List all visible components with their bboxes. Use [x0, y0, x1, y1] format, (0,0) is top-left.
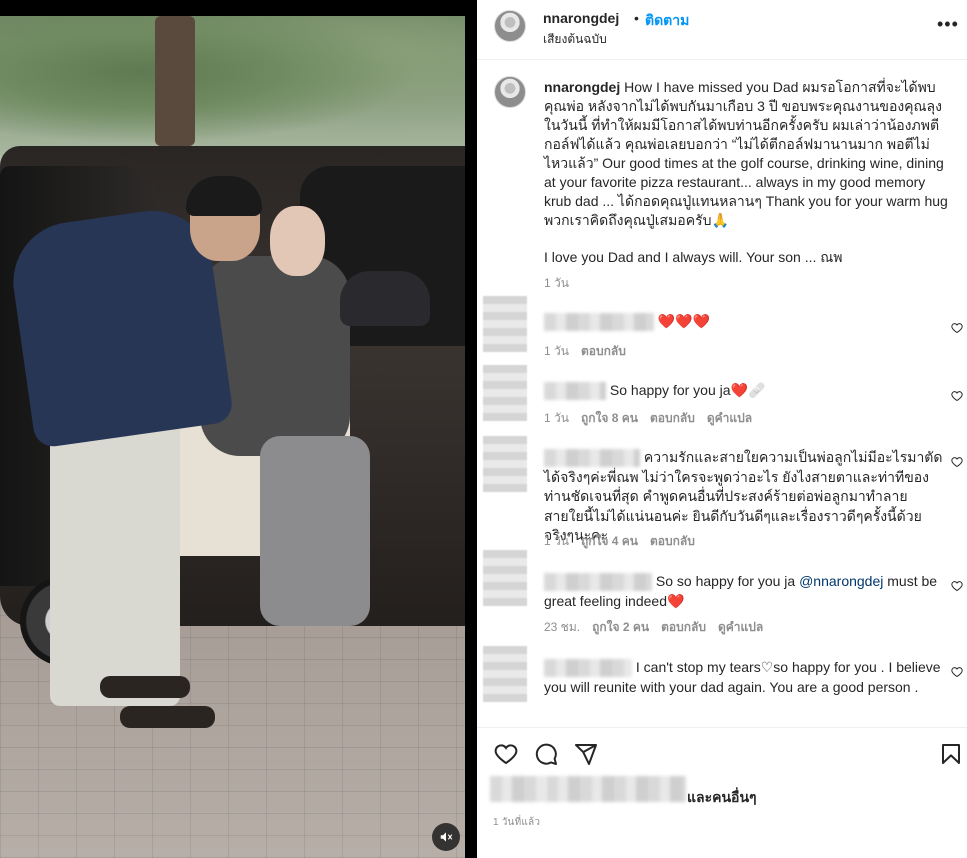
caption-text: nnarongdej How I have missed you Dad ผมร… — [544, 78, 952, 230]
likes-count[interactable]: ถูกใจ 2 คน — [592, 620, 649, 634]
bookmark-icon[interactable] — [939, 742, 963, 766]
caption-username[interactable]: nnarongdej — [544, 79, 620, 95]
post-header: nnarongdej • ติดตาม เสียงต้นฉบับ ••• — [477, 0, 967, 60]
comment-body-start: So so happy for you ja — [655, 573, 800, 589]
comment-text: I can't stop my tears♡so happy for you .… — [544, 658, 944, 697]
shoe — [100, 676, 190, 698]
likes-summary[interactable]: และคนอื่นๆ — [687, 787, 757, 809]
avatar[interactable] — [483, 550, 527, 606]
blurred-username[interactable] — [544, 659, 632, 678]
avatar[interactable] — [483, 296, 527, 352]
blurred-username — [546, 776, 686, 802]
comment-body: ❤️❤️❤️ — [657, 313, 711, 329]
post-photo — [0, 16, 465, 858]
post-panel: nnarongdej • ติดตาม เสียงต้นฉบับ ••• nna… — [477, 0, 967, 858]
tree-trunk — [155, 16, 195, 146]
shoe — [120, 706, 215, 728]
original-audio-link[interactable]: เสียงต้นฉบับ — [543, 30, 607, 49]
comment-body: So happy for you ja❤️🩹 — [609, 382, 766, 398]
heart-icon[interactable] — [951, 390, 963, 402]
mention-link[interactable]: @nnarongdej — [799, 573, 883, 589]
comment-time[interactable]: 1 วัน — [544, 344, 569, 358]
more-options-icon[interactable]: ••• — [937, 14, 959, 35]
caption-timestamp[interactable]: 1 วัน — [544, 274, 569, 293]
liked-by-avatars[interactable] — [490, 776, 686, 802]
heart-icon[interactable] — [951, 580, 963, 592]
follow-button[interactable]: ติดตาม — [645, 10, 689, 32]
comment-time[interactable]: 23 ชม. — [544, 620, 580, 634]
comment-time[interactable]: 1 วัน — [544, 534, 569, 548]
blurred-username[interactable] — [544, 313, 654, 332]
standing-man-legs — [50, 406, 180, 706]
avatar[interactable] — [483, 365, 527, 421]
reply-button[interactable]: ตอบกลับ — [581, 344, 626, 358]
comment-text: ความรักและสายใยความเป็นพ่อลูกไม่มีอะไรมา… — [544, 448, 944, 546]
separator-dot: • — [634, 10, 639, 26]
username-link[interactable]: nnarongdej — [543, 10, 619, 26]
avatar[interactable] — [483, 436, 527, 492]
heart-icon[interactable] — [951, 666, 963, 678]
reply-button[interactable]: ตอบกลับ — [650, 534, 695, 548]
share-icon[interactable] — [574, 742, 598, 766]
seated-man-legs — [260, 436, 370, 626]
comment-icon[interactable] — [534, 742, 558, 766]
translate-button[interactable]: ดูคำแปล — [707, 411, 752, 425]
reply-button[interactable]: ตอบกลับ — [650, 411, 695, 425]
caption-body: How I have missed you Dad ผมรอโอกาสที่จะ… — [544, 79, 948, 228]
background-trees — [0, 16, 465, 156]
comment-meta: 23 ชม. ถูกใจ 2 คน ตอบกลับ ดูคำแปล — [544, 618, 775, 637]
comment-meta: 1 วัน ตอบกลับ — [544, 342, 638, 361]
comment-meta: 1 วัน ถูกใจ 8 คน ตอบกลับ ดูคำแปล — [544, 409, 764, 428]
blurred-username[interactable] — [544, 449, 640, 468]
comment-text: So so happy for you ja @nnarongdej must … — [544, 572, 944, 611]
blurred-avatar — [490, 776, 546, 802]
translate-button[interactable]: ดูคำแปล — [718, 620, 763, 634]
avatar[interactable] — [483, 646, 527, 702]
side-mirror — [340, 271, 430, 326]
comment-time[interactable]: 1 วัน — [544, 411, 569, 425]
blurred-username[interactable] — [544, 573, 652, 592]
heart-icon[interactable] — [951, 322, 963, 334]
speaker-muted-icon[interactable] — [432, 823, 460, 851]
comment-meta: 1 วัน ถูกใจ 4 คน ตอบกลับ — [544, 532, 707, 551]
blurred-username[interactable] — [544, 382, 606, 401]
heart-icon[interactable] — [951, 456, 963, 468]
comment-text: ❤️❤️❤️ — [544, 312, 944, 332]
seated-man-head — [270, 206, 325, 276]
post-media[interactable] — [0, 0, 477, 858]
comments-section[interactable]: nnarongdej How I have missed you Dad ผมร… — [477, 60, 967, 728]
post-timestamp[interactable]: 1 วันที่แล้ว — [493, 815, 540, 830]
caption-signoff: I love you Dad and I always will. Your s… — [544, 249, 843, 265]
likes-count[interactable]: ถูกใจ 4 คน — [581, 534, 638, 548]
avatar[interactable] — [494, 76, 526, 108]
likes-count[interactable]: ถูกใจ 8 คน — [581, 411, 638, 425]
avatar[interactable] — [494, 10, 526, 42]
heart-icon[interactable] — [494, 742, 518, 766]
comment-text: So happy for you ja❤️🩹 — [544, 381, 944, 401]
reply-button[interactable]: ตอบกลับ — [661, 620, 706, 634]
